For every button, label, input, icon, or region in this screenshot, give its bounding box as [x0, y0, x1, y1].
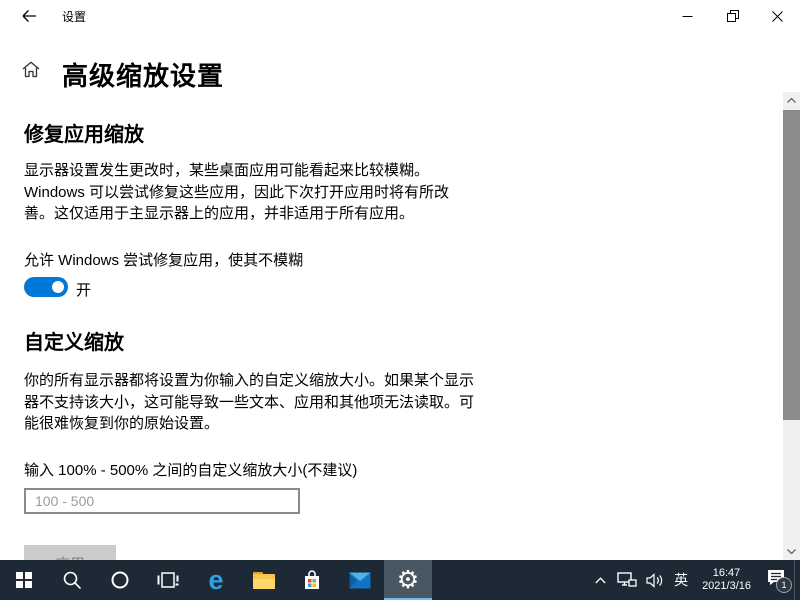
minimize-button[interactable] — [665, 0, 710, 32]
window-controls — [665, 0, 800, 32]
ime-indicator[interactable]: 英 — [669, 560, 693, 600]
edge-icon: e — [208, 564, 224, 595]
close-button[interactable] — [755, 0, 800, 32]
fix-scaling-toggle[interactable] — [24, 277, 68, 297]
chevron-up-icon — [594, 576, 606, 583]
fix-scaling-description: 显示器设置发生更改时，某些桌面应用可能看起来比较模糊。Windows 可以尝试修… — [24, 162, 450, 222]
system-tray: 英 16:47 2021/3/16 1 — [587, 560, 800, 600]
task-view-icon — [157, 572, 179, 588]
restore-button[interactable] — [710, 0, 755, 32]
page-title: 高级缩放设置 — [62, 61, 225, 91]
cortana-circle-icon — [111, 571, 129, 589]
toggle-knob — [52, 281, 64, 293]
toggle-label: 允许 Windows 尝试修复应用，使其不模糊 — [24, 252, 304, 269]
network-button[interactable] — [613, 560, 641, 600]
task-view-button[interactable] — [144, 560, 192, 600]
minimize-icon — [682, 15, 693, 17]
section-title-custom-scaling: 自定义缩放 — [24, 332, 124, 354]
file-explorer-button[interactable] — [240, 560, 288, 600]
cortana-button[interactable] — [96, 560, 144, 600]
chevron-up-icon — [787, 98, 796, 103]
custom-scale-input[interactable] — [24, 488, 300, 514]
mail-envelope-icon — [349, 572, 371, 588]
show-desktop-button[interactable] — [794, 560, 800, 600]
tray-time: 16:47 — [712, 567, 741, 579]
section-title-fix-scaling: 修复应用缩放 — [24, 124, 144, 146]
toggle-state-label: 开 — [76, 282, 92, 299]
action-center-button[interactable]: 1 — [760, 560, 794, 600]
folder-icon — [253, 571, 275, 589]
chevron-down-icon — [787, 549, 796, 554]
titlebar: 设置 — [0, 0, 800, 32]
tray-date: 2021/3/16 — [702, 580, 751, 592]
home-icon — [22, 61, 40, 83]
taskbar: e ⚙ 英 16:47 2021/3/16 1 — [0, 560, 800, 600]
back-arrow-icon — [22, 10, 36, 22]
edge-button[interactable]: e — [192, 560, 240, 600]
restore-icon — [726, 10, 739, 22]
scrollbar[interactable] — [783, 92, 800, 560]
notification-badge: 1 — [776, 577, 792, 593]
close-icon — [772, 10, 783, 22]
scrollbar-thumb[interactable] — [783, 110, 800, 420]
scrollbar-down-button[interactable] — [783, 543, 800, 560]
settings-button[interactable]: ⚙ — [384, 560, 432, 600]
scrollbar-up-button[interactable] — [783, 92, 800, 109]
clock[interactable]: 16:47 2021/3/16 — [693, 560, 760, 600]
search-icon — [63, 571, 82, 590]
tray-overflow-button[interactable] — [587, 560, 613, 600]
store-button[interactable] — [288, 560, 336, 600]
window-title: 设置 — [62, 9, 87, 24]
volume-button[interactable] — [641, 560, 669, 600]
network-icon — [617, 572, 637, 587]
taskbar-search-button[interactable] — [48, 560, 96, 600]
windows-logo-icon — [16, 572, 32, 588]
store-bag-icon — [305, 570, 319, 589]
back-button[interactable] — [8, 0, 50, 32]
mail-button[interactable] — [336, 560, 384, 600]
custom-scaling-description: 你的所有显示器都将设置为你输入的自定义缩放大小。如果某个显示器不支持该大小，这可… — [24, 372, 475, 432]
speaker-icon — [646, 572, 663, 588]
taskbar-app-buttons: e ⚙ — [0, 560, 432, 600]
gear-icon: ⚙ — [396, 565, 420, 594]
custom-scale-input-label: 输入 100% - 500% 之间的自定义缩放大小(不建议) — [24, 462, 358, 479]
start-button[interactable] — [0, 560, 48, 600]
